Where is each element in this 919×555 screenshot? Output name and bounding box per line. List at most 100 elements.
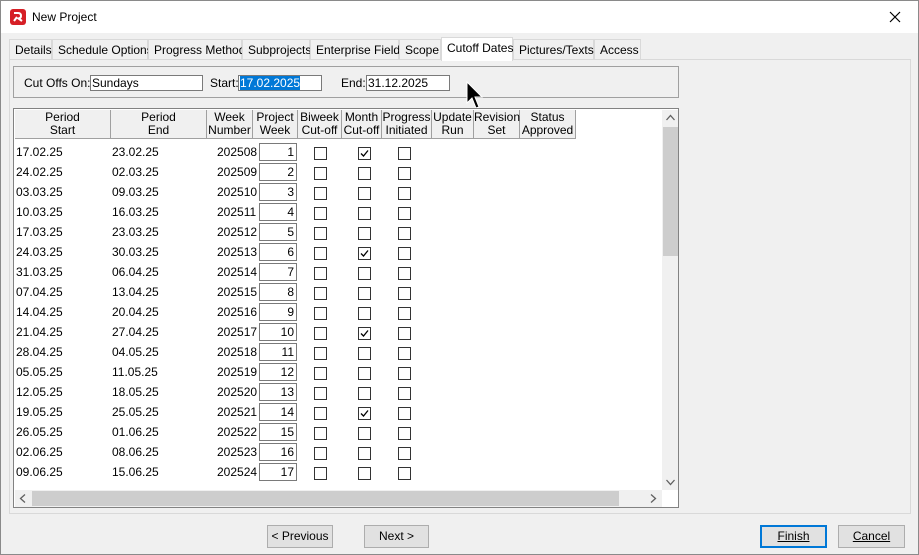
- biweek-cutoff-checkbox[interactable]: [314, 287, 327, 300]
- vertical-scrollbar[interactable]: [662, 110, 678, 490]
- biweek-cutoff-checkbox[interactable]: [314, 267, 327, 280]
- progress-initiated-checkbox[interactable]: [398, 407, 411, 420]
- column-header[interactable]: Month Cut-off: [342, 110, 382, 139]
- biweek-cutoff-checkbox[interactable]: [314, 387, 327, 400]
- project-week-input[interactable]: 14: [259, 403, 297, 421]
- tab-pictures-texts[interactable]: Pictures/Texts: [513, 39, 594, 60]
- next-button[interactable]: Next >: [364, 525, 429, 548]
- project-week-input[interactable]: 8: [259, 283, 297, 301]
- tab-cutoff-dates[interactable]: Cutoff Dates: [441, 37, 513, 61]
- biweek-cutoff-checkbox[interactable]: [314, 427, 327, 440]
- tab-schedule-options[interactable]: Schedule Options: [52, 39, 153, 60]
- biweek-cutoff-checkbox[interactable]: [314, 247, 327, 260]
- biweek-cutoff-checkbox[interactable]: [314, 147, 327, 160]
- tab-enterprise-fields[interactable]: Enterprise Fields: [310, 39, 406, 60]
- tab-progress-method[interactable]: Progress Method: [148, 39, 245, 60]
- previous-button[interactable]: < Previous: [267, 525, 333, 548]
- cancel-button[interactable]: Cancel: [838, 525, 905, 548]
- column-header[interactable]: Biweek Cut-off: [298, 110, 342, 139]
- project-week-input[interactable]: 5: [259, 223, 297, 241]
- progress-initiated-checkbox[interactable]: [398, 287, 411, 300]
- biweek-cutoff-checkbox[interactable]: [314, 207, 327, 220]
- cutoffs-on-field[interactable]: Sundays: [90, 75, 203, 91]
- vertical-scroll-thumb[interactable]: [663, 127, 678, 256]
- project-week-input[interactable]: 10: [259, 323, 297, 341]
- progress-initiated-checkbox[interactable]: [398, 307, 411, 320]
- month-cutoff-checkbox[interactable]: [358, 467, 371, 480]
- progress-initiated-checkbox[interactable]: [398, 347, 411, 360]
- progress-initiated-checkbox[interactable]: [398, 247, 411, 260]
- project-week-input[interactable]: 9: [259, 303, 297, 321]
- biweek-cutoff-checkbox[interactable]: [314, 327, 327, 340]
- month-cutoff-checkbox[interactable]: [358, 327, 371, 340]
- tab-scope[interactable]: Scope: [399, 39, 441, 60]
- project-week-input[interactable]: 3: [259, 183, 297, 201]
- project-week-input[interactable]: 12: [259, 363, 297, 381]
- project-week-input[interactable]: 6: [259, 243, 297, 261]
- finish-button[interactable]: Finish: [760, 525, 827, 548]
- horizontal-scrollbar[interactable]: [15, 490, 662, 507]
- progress-initiated-checkbox[interactable]: [398, 387, 411, 400]
- month-cutoff-checkbox[interactable]: [358, 447, 371, 460]
- biweek-cutoff-checkbox[interactable]: [314, 167, 327, 180]
- month-cutoff-checkbox[interactable]: [358, 347, 371, 360]
- biweek-cutoff-checkbox[interactable]: [314, 467, 327, 480]
- column-header[interactable]: Week Number: [207, 110, 253, 139]
- tab-subprojects[interactable]: Subprojects: [242, 39, 311, 60]
- month-cutoff-checkbox[interactable]: [358, 367, 371, 380]
- month-cutoff-checkbox[interactable]: [358, 247, 371, 260]
- scroll-right-icon[interactable]: [649, 494, 657, 503]
- column-header[interactable]: Status Approved: [520, 110, 576, 139]
- month-cutoff-checkbox[interactable]: [358, 147, 371, 160]
- project-week-input[interactable]: 13: [259, 383, 297, 401]
- biweek-cutoff-checkbox[interactable]: [314, 367, 327, 380]
- month-cutoff-checkbox[interactable]: [358, 307, 371, 320]
- scroll-up-icon[interactable]: [666, 114, 675, 122]
- month-cutoff-checkbox[interactable]: [358, 207, 371, 220]
- column-header[interactable]: Progress Initiated: [382, 110, 432, 139]
- scroll-down-icon[interactable]: [666, 478, 675, 486]
- progress-initiated-checkbox[interactable]: [398, 467, 411, 480]
- close-button[interactable]: [872, 1, 918, 32]
- column-header[interactable]: Period Start: [15, 110, 111, 139]
- project-week-input[interactable]: 16: [259, 443, 297, 461]
- progress-initiated-checkbox[interactable]: [398, 147, 411, 160]
- month-cutoff-checkbox[interactable]: [358, 407, 371, 420]
- project-week-input[interactable]: 1: [259, 143, 297, 161]
- tab-details[interactable]: Details: [9, 39, 52, 60]
- month-cutoff-checkbox[interactable]: [358, 227, 371, 240]
- biweek-cutoff-checkbox[interactable]: [314, 347, 327, 360]
- biweek-cutoff-checkbox[interactable]: [314, 307, 327, 320]
- month-cutoff-checkbox[interactable]: [358, 167, 371, 180]
- biweek-cutoff-checkbox[interactable]: [314, 227, 327, 240]
- project-week-input[interactable]: 2: [259, 163, 297, 181]
- column-header[interactable]: Update Run: [432, 110, 474, 139]
- column-header[interactable]: Revision Set: [474, 110, 520, 139]
- biweek-cutoff-checkbox[interactable]: [314, 407, 327, 420]
- progress-initiated-checkbox[interactable]: [398, 267, 411, 280]
- progress-initiated-checkbox[interactable]: [398, 227, 411, 240]
- horizontal-scroll-thumb[interactable]: [32, 491, 619, 506]
- column-header[interactable]: Project Week: [253, 110, 298, 139]
- month-cutoff-checkbox[interactable]: [358, 287, 371, 300]
- project-week-input[interactable]: 15: [259, 423, 297, 441]
- biweek-cutoff-checkbox[interactable]: [314, 187, 327, 200]
- month-cutoff-checkbox[interactable]: [358, 267, 371, 280]
- project-week-input[interactable]: 17: [259, 463, 297, 481]
- start-date-field[interactable]: 17.02.2025: [238, 75, 322, 91]
- end-date-field[interactable]: 31.12.2025: [366, 75, 450, 91]
- month-cutoff-checkbox[interactable]: [358, 187, 371, 200]
- month-cutoff-checkbox[interactable]: [358, 427, 371, 440]
- progress-initiated-checkbox[interactable]: [398, 327, 411, 340]
- project-week-input[interactable]: 4: [259, 203, 297, 221]
- progress-initiated-checkbox[interactable]: [398, 207, 411, 220]
- project-week-input[interactable]: 11: [259, 343, 297, 361]
- scroll-left-icon[interactable]: [19, 494, 27, 503]
- progress-initiated-checkbox[interactable]: [398, 427, 411, 440]
- progress-initiated-checkbox[interactable]: [398, 367, 411, 380]
- project-week-input[interactable]: 7: [259, 263, 297, 281]
- biweek-cutoff-checkbox[interactable]: [314, 447, 327, 460]
- progress-initiated-checkbox[interactable]: [398, 447, 411, 460]
- progress-initiated-checkbox[interactable]: [398, 167, 411, 180]
- tab-access[interactable]: Access: [594, 39, 641, 60]
